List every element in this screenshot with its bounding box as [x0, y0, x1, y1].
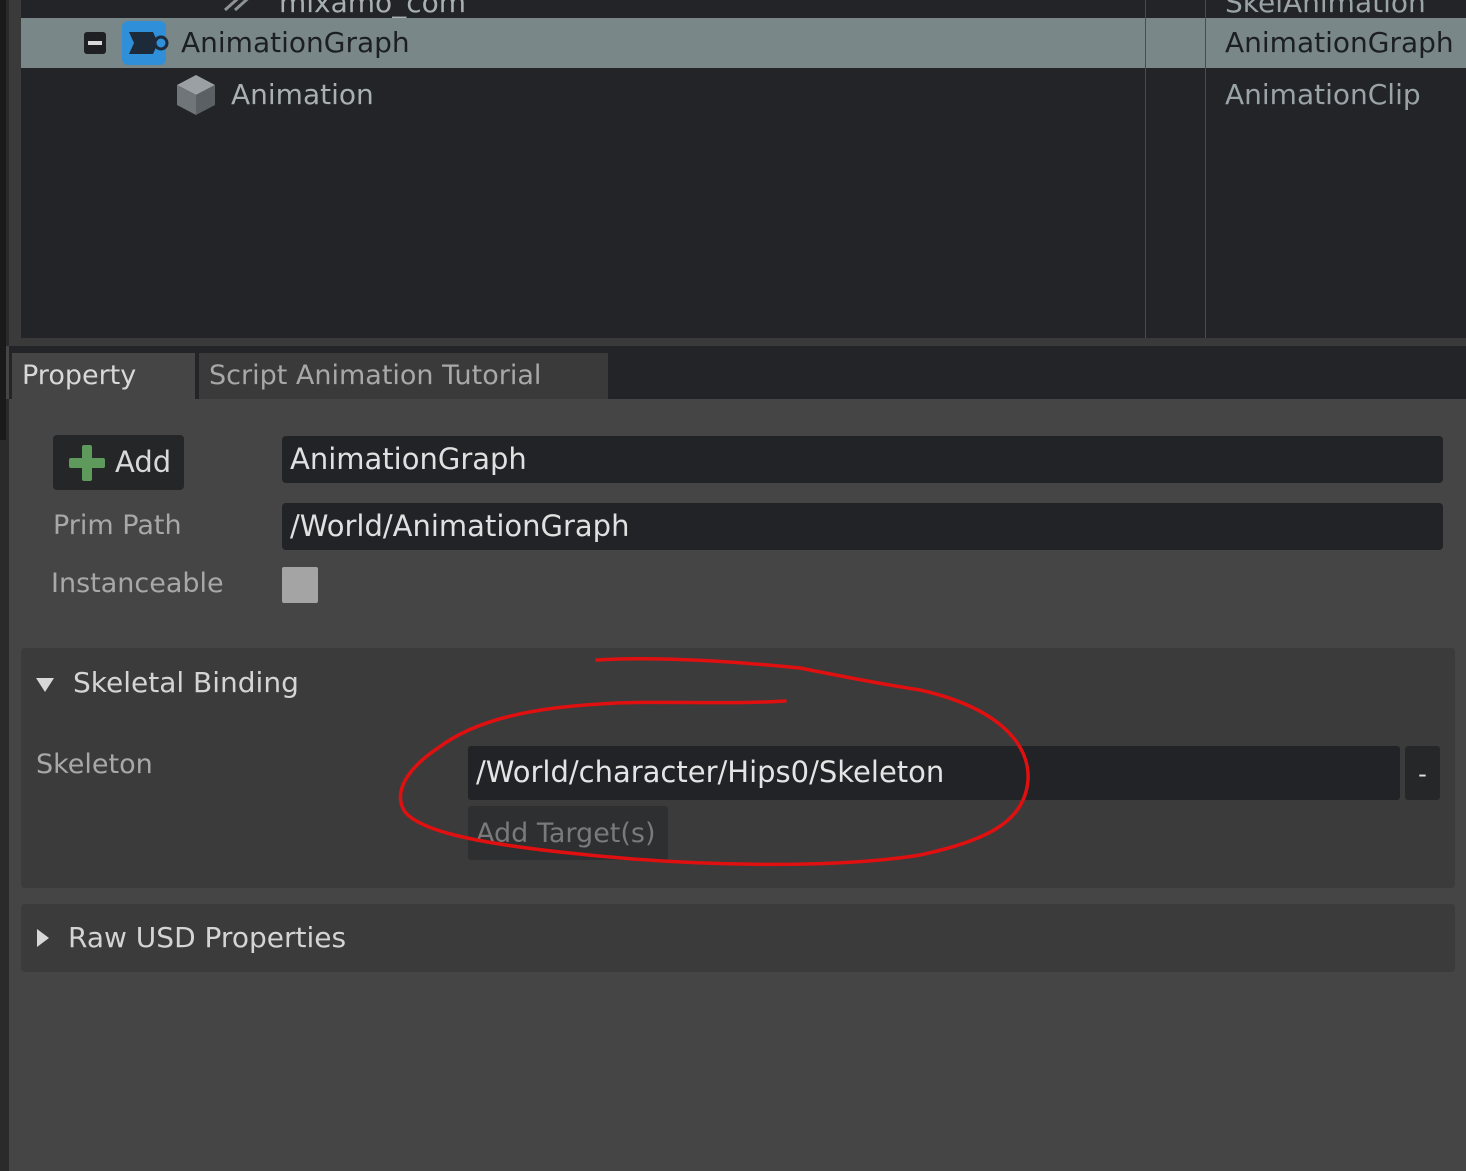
animation-graph-icon: [122, 21, 169, 65]
prim-path-label: Prim Path: [53, 510, 182, 541]
column-divider[interactable]: [1145, 0, 1146, 338]
instanceable-checkbox[interactable]: [282, 567, 318, 603]
skeletal-binding-header[interactable]: Skeletal Binding: [21, 658, 1455, 714]
tree-label-animationgraph: AnimationGraph: [181, 26, 410, 59]
tab-script-animation-tutorial[interactable]: Script Animation Tutorial: [199, 353, 608, 399]
instanceable-label: Instanceable: [51, 568, 224, 599]
cube-icon: [177, 75, 215, 115]
add-target-button[interactable]: Add Target(s): [468, 806, 668, 860]
skel-animation-icon: [224, 0, 249, 12]
window-edge: [0, 0, 6, 440]
skeleton-label: Skeleton: [36, 749, 153, 780]
raw-usd-properties-section[interactable]: Raw USD Properties: [21, 904, 1455, 972]
stage-tree[interactable]: mixamo_com SkelAnimation AnimationGraph …: [21, 0, 1466, 338]
tab-property[interactable]: Property: [12, 353, 195, 399]
column-divider[interactable]: [1205, 0, 1206, 338]
type-label-animationgraph: AnimationGraph: [1225, 26, 1454, 59]
prim-path-field[interactable]: /World/AnimationGraph: [282, 503, 1443, 550]
raw-usd-properties-title: Raw USD Properties: [68, 921, 347, 954]
triangle-down-icon: [36, 678, 54, 692]
add-button[interactable]: Add: [53, 435, 184, 490]
skeletal-binding-title: Skeletal Binding: [73, 666, 299, 699]
tree-row-animationgraph[interactable]: AnimationGraph AnimationGraph: [21, 18, 1466, 68]
remove-target-button[interactable]: -: [1405, 746, 1440, 800]
panel-edge: [0, 399, 9, 1171]
tree-label-animation: Animation: [231, 78, 374, 111]
skeleton-target-field[interactable]: /World/character/Hips0/Skeleton: [468, 746, 1400, 800]
prim-name-field[interactable]: AnimationGraph: [282, 436, 1443, 483]
triangle-right-icon: [37, 929, 49, 947]
plus-icon: [69, 445, 105, 481]
type-label-animation: AnimationClip: [1225, 78, 1421, 111]
add-button-label: Add: [115, 445, 172, 479]
tree-row-animation[interactable]: Animation AnimationClip: [21, 70, 1466, 120]
minus-box-icon[interactable]: [83, 31, 107, 55]
